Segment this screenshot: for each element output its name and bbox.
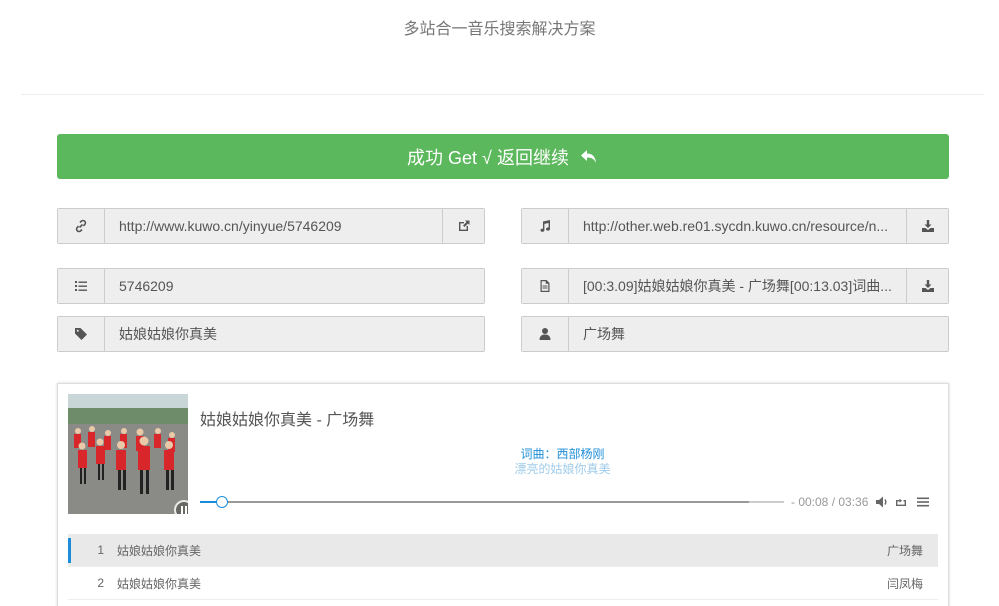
track-name: 姑娘姑娘你真美 [117,576,202,591]
download-icon [921,280,934,292]
download-lyrics-button[interactable] [906,269,948,303]
playlist-row[interactable]: 2 姑娘姑娘你真美 闫凤梅 [68,567,938,600]
title-input[interactable]: 姑娘姑娘你真美 [105,317,484,351]
track-artist: 闫凤梅 [886,576,923,591]
lyric-next-line: 漂亮的姑娘你真美 [514,462,611,476]
track-title: 姑娘姑娘你真美 - 广场舞 [200,412,375,429]
music-url-input[interactable]: http://other.web.re01.sycdn.kuwo.cn/reso… [569,209,906,243]
progress-loaded [200,501,749,503]
music-player: 姑娘姑娘你真美 - 广场舞 词曲：西部杨刚 漂亮的姑娘你真美 - 00:08 /… [57,383,949,606]
lyrics-field: [00:3.09]姑娘姑娘你真美 - 广场舞[00:13.03]词曲... [521,268,949,304]
pause-button[interactable] [174,500,188,514]
download-icon [921,220,934,232]
artist-field: 广场舞 [521,316,949,352]
progress-bar[interactable] [200,496,784,508]
download-music-button[interactable] [906,209,948,243]
track-name: 姑娘姑娘你真美 [117,543,202,558]
music-url-field: http://other.web.re01.sycdn.kuwo.cn/reso… [521,208,949,244]
artist-input[interactable]: 广场舞 [569,317,948,351]
track-artist: 广场舞 [886,543,923,558]
playlist: 1 姑娘姑娘你真美 广场舞 2 姑娘姑娘你真美 闫凤梅 [68,534,938,600]
reply-icon [580,149,596,163]
song-id-field: 5746209 [57,268,485,304]
time-display: - 00:08 / 03:36 [791,495,869,509]
lyrics-input[interactable]: [00:3.09]姑娘姑娘你真美 - 广场舞[00:13.03]词曲... [569,269,906,303]
user-icon [522,317,569,351]
title-field: 姑娘姑娘你真美 [57,316,485,352]
progress-thumb[interactable] [216,496,229,508]
song-id-input[interactable]: 5746209 [105,269,484,303]
music-icon [522,209,569,243]
loop-icon [896,498,906,506]
header-divider [21,94,984,95]
menu-icon [917,497,929,507]
album-cover [68,394,188,514]
file-icon [522,269,569,303]
link-field: http://www.kuwo.cn/yinyue/5746209 [57,208,485,244]
return-continue-button[interactable]: 成功 Get √ 返回继续 [57,134,949,179]
volume-button[interactable] [875,495,889,509]
return-continue-label: 成功 Get √ 返回继续 [407,147,569,168]
track-number: 2 [97,576,104,590]
playlist-button[interactable] [916,495,930,509]
link-icon [58,209,105,243]
page-subtitle: 多站合一音乐搜索解决方案 [403,21,596,38]
playlist-row[interactable]: 1 姑娘姑娘你真美 广场舞 [68,534,938,567]
open-link-button[interactable] [442,209,484,243]
link-input[interactable]: http://www.kuwo.cn/yinyue/5746209 [105,209,442,243]
loop-button[interactable] [894,495,908,509]
track-number: 1 [97,543,104,557]
external-link-icon [458,220,469,231]
tag-icon [58,317,105,351]
list-icon [58,269,105,303]
volume-icon [876,496,887,508]
